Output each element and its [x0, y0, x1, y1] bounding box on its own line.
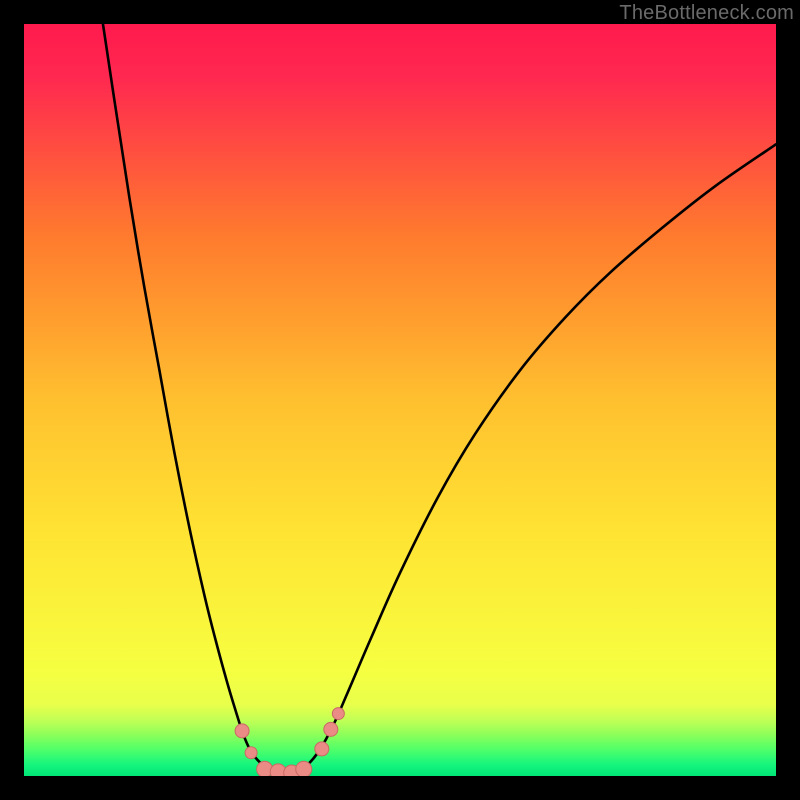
marker-point [296, 761, 312, 776]
marker-point [235, 724, 249, 738]
plot-frame [24, 24, 776, 776]
watermark-text: TheBottleneck.com [619, 2, 794, 25]
marker-point [332, 708, 344, 720]
marker-point [324, 722, 338, 736]
gradient-background [24, 24, 776, 776]
bottleneck-chart [24, 24, 776, 776]
marker-point [245, 747, 257, 759]
marker-point [315, 742, 329, 756]
